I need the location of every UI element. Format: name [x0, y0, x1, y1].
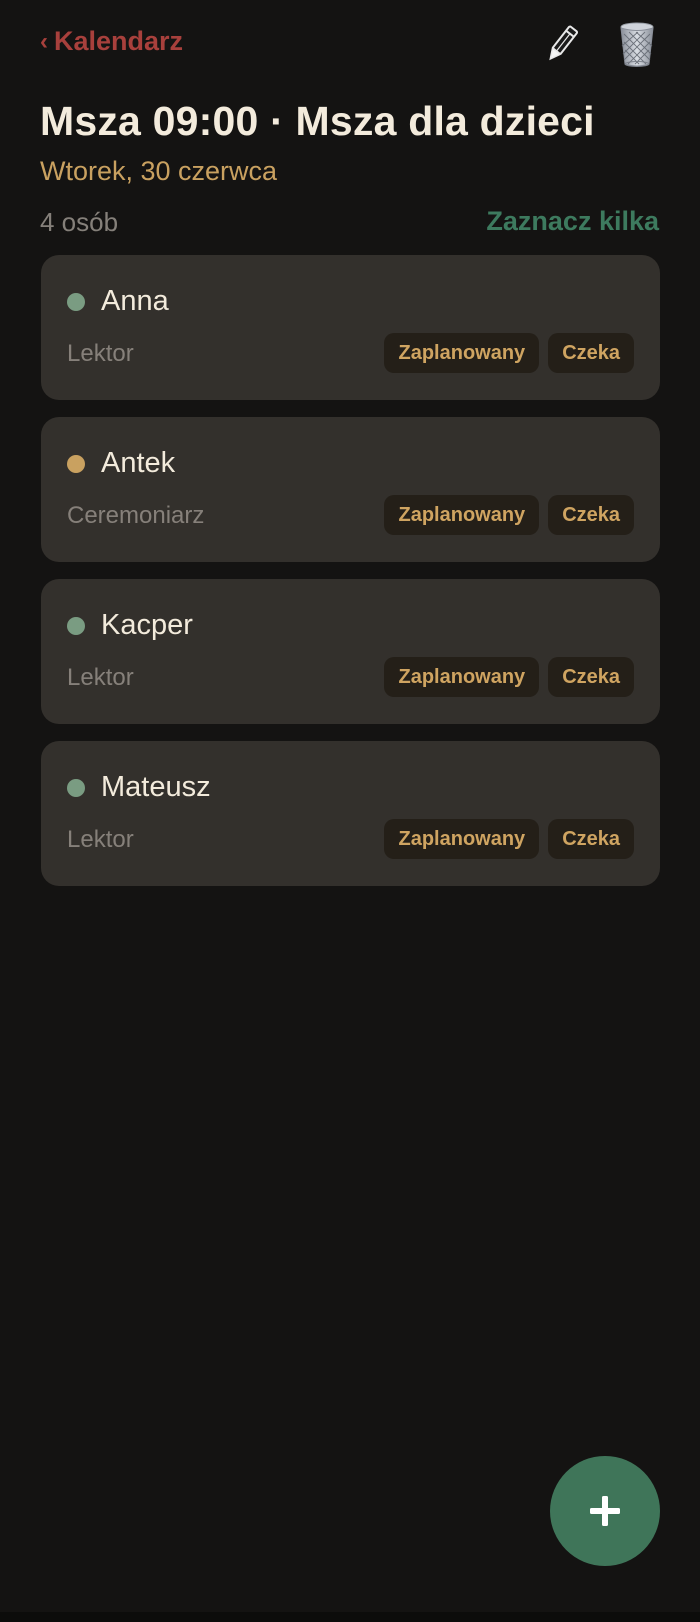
status-dot: [67, 455, 85, 473]
person-card[interactable]: Kacper Lektor Zaplanowany Czeka: [41, 579, 660, 724]
delete-button[interactable]: [615, 20, 659, 68]
person-card[interactable]: Anna Lektor Zaplanowany Czeka: [41, 255, 660, 400]
event-date: Wtorek, 30 czerwca: [40, 156, 278, 186]
person-name: Kacper: [101, 609, 193, 641]
status-badge: Czeka: [548, 333, 634, 373]
status-badges: Zaplanowany Czeka: [384, 495, 634, 535]
status-dot: [67, 617, 85, 635]
status-badge: Czeka: [548, 495, 634, 535]
status-dot: [67, 293, 85, 311]
plus-icon: [590, 1496, 620, 1526]
person-role: Ceremoniarz: [67, 502, 205, 529]
person-name: Anna: [101, 285, 169, 317]
back-label: Kalendarz: [54, 26, 184, 56]
select-multiple-button[interactable]: Zaznacz kilka: [486, 206, 659, 237]
status-badge: Zaplanowany: [384, 333, 540, 373]
trash-icon: [620, 22, 654, 67]
person-name: Antek: [101, 447, 176, 479]
pencil-icon: [549, 25, 579, 61]
person-role: Lektor: [67, 664, 134, 691]
status-badge: Zaplanowany: [384, 819, 540, 859]
person-role: Lektor: [67, 340, 134, 367]
status-badge: Czeka: [548, 819, 634, 859]
person-name: Mateusz: [101, 771, 211, 803]
edit-button[interactable]: [540, 20, 584, 68]
person-role: Lektor: [67, 826, 134, 853]
status-badge: Zaplanowany: [384, 495, 540, 535]
add-person-button[interactable]: [550, 1456, 660, 1566]
bottom-edge: [0, 1612, 700, 1622]
chevron-left-icon: ‹: [40, 27, 48, 55]
status-dot: [67, 779, 85, 797]
person-card[interactable]: Antek Ceremoniarz Zaplanowany Czeka: [41, 417, 660, 562]
status-badge: Czeka: [548, 657, 634, 697]
status-badges: Zaplanowany Czeka: [384, 333, 634, 373]
status-badge: Zaplanowany: [384, 657, 540, 697]
back-button[interactable]: ‹ Kalendarz: [40, 26, 183, 57]
status-badges: Zaplanowany Czeka: [384, 819, 634, 859]
people-count: 4 osób: [40, 207, 119, 237]
page-title: Msza 09:00 · Msza dla dzieci: [40, 98, 595, 144]
event-detail-screen: ‹ Kalendarz Msza 09:00 · Msza dla dzieci…: [0, 0, 700, 1622]
top-bar: ‹ Kalendarz: [0, 0, 700, 90]
person-card[interactable]: Mateusz Lektor Zaplanowany Czeka: [41, 741, 660, 886]
status-badges: Zaplanowany Czeka: [384, 657, 634, 697]
